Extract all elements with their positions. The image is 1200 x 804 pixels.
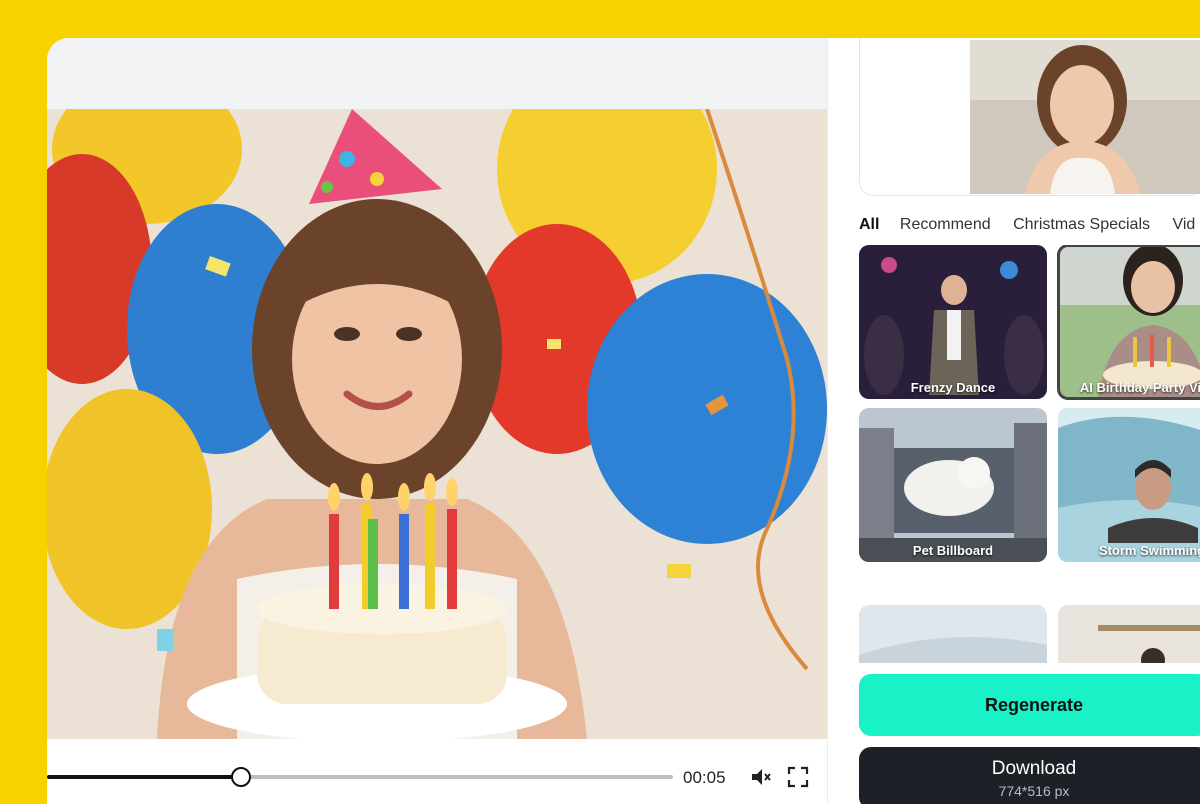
template-item[interactable] [1058, 605, 1200, 663]
fullscreen-icon[interactable] [786, 765, 810, 789]
template-sidebar: All Recommend Christmas Specials Vid Fre… [827, 38, 1200, 804]
player-controls: 00:05 [47, 739, 827, 804]
tab-video[interactable]: Vid [1172, 216, 1195, 234]
tab-recommend[interactable]: Recommend [900, 216, 991, 234]
birthday-party-thumbnail [1058, 245, 1200, 399]
template-frenzy-dance[interactable]: Frenzy Dance [859, 245, 1047, 399]
mute-icon[interactable] [749, 765, 773, 789]
template-label: AI Birthday Party Video [1079, 380, 1200, 395]
template-pet-billboard[interactable]: Pet Billboard [859, 408, 1047, 562]
progress-fill [47, 775, 242, 779]
time-readout: 00:05 [683, 768, 726, 787]
template-ai-birthday-party-video[interactable]: AI Birthday Party Video [1057, 245, 1200, 400]
download-button[interactable]: Download 774*516 px [859, 747, 1200, 804]
storm-swimming-thumbnail [1058, 408, 1200, 562]
progress-handle[interactable] [231, 767, 252, 787]
category-tabs: All Recommend Christmas Specials Vid [859, 216, 1200, 234]
preview-area: 00:05 [47, 38, 827, 804]
regenerate-button[interactable]: Regenerate [859, 674, 1200, 736]
reference-image-card[interactable] [859, 38, 1200, 196]
pet-billboard-thumbnail [859, 408, 1047, 562]
download-label: Download [991, 757, 1077, 779]
video-preview[interactable] [47, 109, 827, 739]
tab-all[interactable]: All [859, 216, 879, 234]
progress-track[interactable] [47, 775, 673, 779]
template-label: Storm Swimming [1098, 543, 1200, 558]
template-storm-swimming[interactable]: Storm Swimming [1058, 408, 1200, 562]
template-item[interactable] [859, 605, 1047, 663]
frenzy-dance-thumbnail [859, 245, 1047, 399]
tab-christmas-specials[interactable]: Christmas Specials [1013, 216, 1150, 234]
birthday-video-frame [47, 109, 827, 739]
template-gallery: Frenzy Dance AI Birthday Party Video [859, 245, 1200, 663]
template-label: Pet Billboard [912, 543, 994, 558]
editor-window: 00:05 All Recommend Christmas Specials V… [47, 38, 1200, 804]
template-label: Frenzy Dance [910, 380, 996, 395]
download-size: 774*516 px [998, 782, 1070, 799]
reference-photo [970, 40, 1200, 194]
